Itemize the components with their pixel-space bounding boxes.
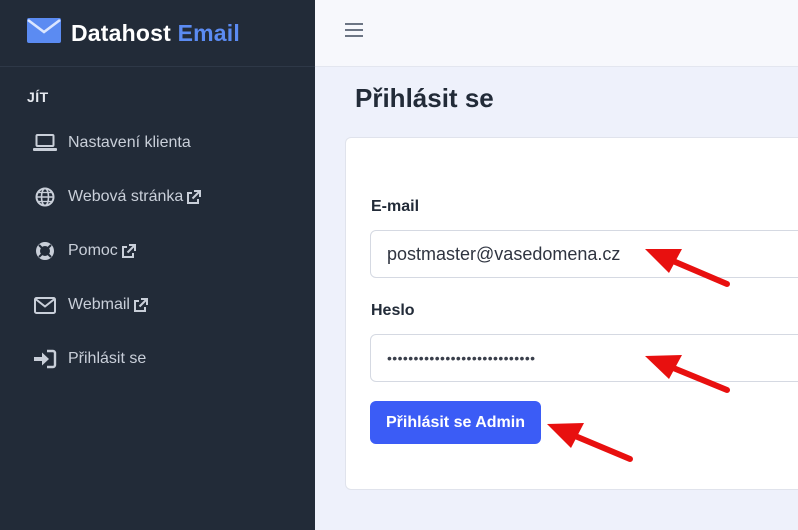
lifebuoy-icon [32, 240, 58, 262]
brand-title: Datahost Email [71, 20, 240, 47]
sidebar-item-client-settings[interactable]: Nastavení klienta [0, 116, 315, 170]
page-title: Přihlásit se [355, 83, 494, 113]
envelope-icon [32, 294, 58, 316]
sidebar: Datahost Email JÍT Nastavení klienta Web… [0, 0, 315, 530]
email-field[interactable]: postmaster@vasedomena.cz [370, 230, 798, 278]
external-link-icon [133, 297, 149, 313]
sidebar-item-website[interactable]: Webová stránka [0, 170, 315, 224]
sidebar-item-label: Nastavení klienta [68, 134, 191, 151]
external-link-icon [186, 189, 202, 205]
globe-icon [32, 186, 58, 208]
admin-login-button[interactable]: Přihlásit se Admin [370, 401, 541, 444]
topbar [315, 0, 798, 67]
sidebar-item-label: Webmail [68, 296, 130, 313]
sidebar-item-webmail[interactable]: Webmail [0, 278, 315, 332]
sidebar-item-label: Přihlásit se [68, 350, 147, 367]
password-value: •••••••••••••••••••••••••••• [387, 350, 536, 366]
external-link-icon [121, 243, 137, 259]
brand-accent: Email [177, 19, 240, 46]
sidebar-item-label: Pomoc [68, 242, 118, 259]
password-label: Heslo [371, 302, 415, 319]
sidebar-item-help[interactable]: Pomoc [0, 224, 315, 278]
sidebar-item-login[interactable]: Přihlásit se [0, 332, 315, 386]
password-field[interactable]: •••••••••••••••••••••••••••• [370, 334, 798, 382]
nav-heading: JÍT [27, 89, 49, 105]
email-value: postmaster@vasedomena.cz [387, 243, 621, 264]
hamburger-icon[interactable] [345, 22, 363, 38]
brand-logo[interactable]: Datahost Email [0, 0, 315, 67]
laptop-icon [32, 132, 58, 154]
login-form-card: E-mail postmaster@vasedomena.cz Heslo ••… [345, 137, 798, 490]
sidebar-nav: Nastavení klienta Webová stránka Pomoc W… [0, 116, 315, 386]
sign-in-icon [32, 348, 58, 370]
email-label: E-mail [371, 198, 420, 215]
sidebar-item-label: Webová stránka [68, 188, 184, 205]
brand-name: Datahost [71, 19, 172, 46]
envelope-logo-icon [27, 18, 61, 48]
